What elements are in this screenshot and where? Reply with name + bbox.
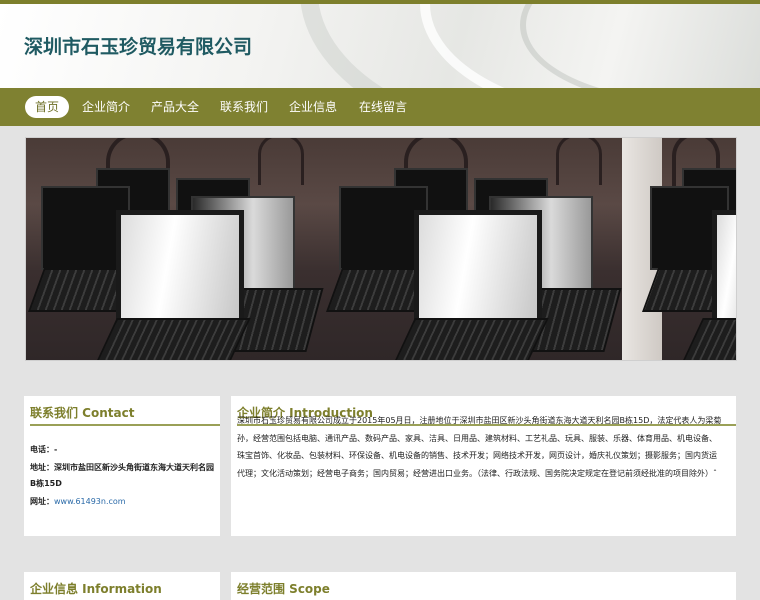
header-decor-arc — [520, 4, 760, 88]
contact-phone: 电话：- — [30, 442, 216, 458]
nav-item-home[interactable]: 首页 — [25, 96, 69, 118]
laptop-screen-shape — [712, 210, 736, 328]
banner-tile — [324, 138, 622, 360]
chair-shape — [258, 138, 304, 185]
laptop-screen-shape — [414, 210, 542, 328]
keyboard-shape — [95, 318, 251, 360]
scope-panel: 经营范围 Scope — [231, 572, 736, 600]
info-title: 企业信息 Information — [30, 582, 162, 596]
nav-item-message[interactable]: 在线留言 — [355, 96, 411, 118]
website-label: 网址： — [30, 497, 54, 506]
phone-value: - — [54, 445, 58, 454]
scope-title: 经营范围 Scope — [237, 582, 330, 596]
laptop-screen-shape — [116, 210, 244, 328]
nav-item-products[interactable]: 产品大全 — [147, 96, 203, 118]
keyboard-shape — [393, 318, 549, 360]
site-header: 深圳市石玉珍贸易有限公司 — [0, 4, 760, 88]
nav-item-company-info[interactable]: 企业信息 — [285, 96, 341, 118]
banner-image — [25, 137, 737, 361]
website-link[interactable]: www.61493n.com — [54, 497, 126, 506]
contact-title: 联系我们 Contact — [30, 406, 135, 420]
intro-text: 深圳市石玉珍贸易有限公司成立于2015年05月日，注册地位于深圳市盐田区新沙头角… — [237, 416, 722, 478]
contact-website: 网址：www.61493n.com — [30, 494, 216, 510]
site-title[interactable]: 深圳市石玉珍贸易有限公司 — [24, 32, 252, 59]
chair-shape — [556, 138, 602, 185]
nav-item-contact[interactable]: 联系我们 — [216, 96, 272, 118]
address-value: 深圳市盐田区新沙头角街道东海大道天利名园B栋15D — [30, 463, 214, 488]
phone-label: 电话： — [30, 445, 54, 454]
address-label: 地址： — [30, 463, 54, 472]
divider — [30, 424, 220, 426]
contact-panel: 联系我们 Contact 电话：- 地址：深圳市盐田区新沙头角街道东海大道天利名… — [24, 396, 220, 536]
nav-item-about[interactable]: 企业简介 — [78, 96, 134, 118]
info-panel: 企业信息 Information — [24, 572, 220, 600]
banner-tile — [26, 138, 324, 360]
banner-tile — [622, 138, 736, 360]
intro-panel: 企业简介 Introduction 深圳市石玉珍贸易有限公司成立于2015年05… — [231, 396, 736, 536]
keyboard-shape — [681, 318, 736, 360]
main-nav: 首页 企业简介 产品大全 联系我们 企业信息 在线留言 — [0, 88, 760, 126]
contact-address: 地址：深圳市盐田区新沙头角街道东海大道天利名园B栋15D — [30, 460, 216, 492]
